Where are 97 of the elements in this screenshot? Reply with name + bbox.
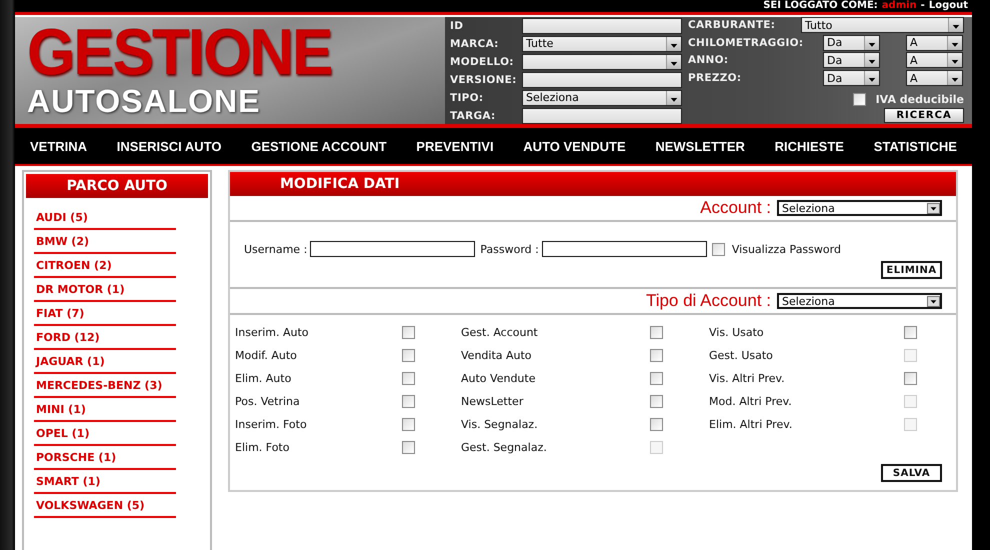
sidebar-title: PARCO AUTO: [26, 174, 208, 198]
brand-link[interactable]: JAGUAR (1): [34, 350, 176, 374]
field-label: CARBURANTE:: [688, 19, 776, 32]
delete-button[interactable]: ELIMINA: [881, 261, 942, 279]
brand-link[interactable]: PORSCHE (1): [34, 446, 176, 470]
field-label: ID: [450, 20, 464, 32]
permission-label: Modif. Auto: [235, 349, 297, 362]
field-label: MARCA:: [450, 38, 500, 50]
dropdown-field[interactable]: Seleziona: [522, 90, 682, 106]
nav-link[interactable]: GESTIONE ACCOUNT: [251, 138, 387, 154]
checkbox-label: IVA deducibile: [876, 93, 964, 106]
username-field[interactable]: [310, 241, 476, 257]
checkbox[interactable]: [712, 242, 725, 256]
nav-link[interactable]: VETRINA: [30, 138, 88, 154]
password-field[interactable]: [542, 241, 707, 257]
dropdown-field[interactable]: Tutto: [801, 17, 964, 34]
checkbox[interactable]: [402, 372, 415, 385]
permission-label: Vendita Auto: [461, 349, 532, 362]
brand-link[interactable]: CITROEN (2): [34, 254, 176, 278]
brand-link[interactable]: OPEL (1): [34, 422, 176, 446]
checkbox[interactable]: [650, 418, 663, 431]
field-label: TIPO:: [450, 92, 484, 104]
nav-link[interactable]: AUTO VENDUTE: [523, 138, 626, 154]
permission-label: Inserim. Foto: [235, 418, 307, 431]
dropdown-field[interactable]: A: [906, 70, 963, 86]
checkbox[interactable]: [402, 418, 415, 431]
checkbox[interactable]: [650, 395, 663, 408]
input-field[interactable]: [522, 72, 682, 88]
field-label: ANNO:: [688, 54, 730, 66]
field-label: VERSIONE:: [450, 74, 518, 86]
checkbox[interactable]: [402, 349, 415, 362]
logo-title: GESTIONE: [27, 20, 332, 86]
brand-link[interactable]: AUDI (5): [34, 206, 176, 230]
brand-link[interactable]: VOLKSWAGEN (5): [34, 494, 176, 518]
permission-label: Vis. Segnalaz.: [461, 418, 538, 431]
permission-label: Elim. Auto: [235, 372, 292, 385]
permission-label: Auto Vendute: [461, 372, 536, 385]
field-label: PREZZO:: [688, 72, 742, 84]
checkbox[interactable]: [402, 395, 415, 408]
permission-label: Vis. Usato: [709, 326, 764, 339]
input-field[interactable]: [522, 18, 682, 34]
dropdown-field[interactable]: Da: [823, 52, 880, 68]
permission-label: Gest. Segnalaz.: [461, 441, 547, 454]
checkbox-label: Visualizza Password: [732, 242, 841, 256]
permission-label: Elim. Altri Prev.: [709, 418, 792, 431]
checkbox[interactable]: [650, 349, 663, 362]
brand-link[interactable]: FIAT (7): [34, 302, 176, 326]
brand-link[interactable]: DR MOTOR (1): [34, 278, 176, 302]
permission-label: Mod. Altri Prev.: [709, 395, 792, 408]
save-button[interactable]: SALVA: [881, 464, 942, 482]
nav-link[interactable]: INSERISCI AUTO: [116, 138, 222, 154]
brand-link[interactable]: MINI (1): [34, 398, 176, 422]
field-label: CHILOMETRAGGIO:: [688, 36, 804, 49]
checkbox[interactable]: [904, 326, 917, 339]
dropdown-field[interactable]: Da: [823, 70, 880, 86]
checkbox[interactable]: [402, 441, 415, 454]
panel-title: MODIFICA DATI: [230, 172, 956, 196]
checkbox[interactable]: [852, 93, 866, 106]
logout-link[interactable]: Logout: [928, 0, 968, 12]
checkbox[interactable]: [402, 326, 415, 339]
brand-link[interactable]: BMW (2): [34, 230, 176, 254]
checkbox[interactable]: [650, 326, 663, 339]
account-label: Account :: [700, 198, 771, 218]
separator-text: -: [920, 0, 925, 12]
account-type-label: Tipo di Account :: [646, 291, 771, 311]
nav-link[interactable]: RICHIESTE: [774, 138, 844, 154]
search-button[interactable]: RICERCA: [884, 108, 964, 124]
permission-label: Inserim. Auto: [235, 326, 309, 339]
logo-subtitle: AUTOSALONE: [27, 84, 262, 120]
dropdown-field[interactable]: Da: [823, 34, 880, 51]
dropdown-field[interactable]: [522, 54, 682, 70]
field-label: TARGA:: [450, 110, 496, 122]
field-label: MODELLO:: [450, 56, 515, 68]
username-label: Username :: [244, 242, 308, 256]
permission-label: Vis. Altri Prev.: [709, 372, 785, 385]
nav-link[interactable]: STATISTICHE: [874, 138, 957, 154]
permission-label: NewsLetter: [461, 395, 524, 408]
password-label: Password :: [480, 242, 539, 256]
permission-label: Pos. Vetrina: [235, 395, 300, 408]
nav-link[interactable]: NEWSLETTER: [655, 138, 745, 154]
nav-link[interactable]: PREVENTIVI: [416, 138, 494, 154]
dropdown-field[interactable]: A: [906, 52, 963, 68]
dropdown-field[interactable]: Tutte: [522, 36, 682, 52]
login-status-label: SEI LOGGATO COME:: [763, 0, 878, 12]
permission-label: Gest. Account: [461, 326, 538, 339]
brand-link[interactable]: SMART (1): [34, 470, 176, 494]
dropdown-field[interactable]: A: [906, 34, 963, 51]
permission-label: Elim. Foto: [235, 441, 290, 454]
brand-link[interactable]: FORD (12): [34, 326, 176, 350]
account-type-dropdown[interactable]: Seleziona: [777, 293, 942, 309]
permission-label: Gest. Usato: [709, 349, 773, 362]
input-field[interactable]: [522, 108, 682, 124]
checkbox[interactable]: [904, 372, 917, 385]
account-dropdown[interactable]: Seleziona: [777, 200, 942, 216]
username-label: admin: [882, 0, 917, 12]
checkbox[interactable]: [650, 372, 663, 385]
brand-link[interactable]: MERCEDES-BENZ (3): [34, 374, 176, 398]
